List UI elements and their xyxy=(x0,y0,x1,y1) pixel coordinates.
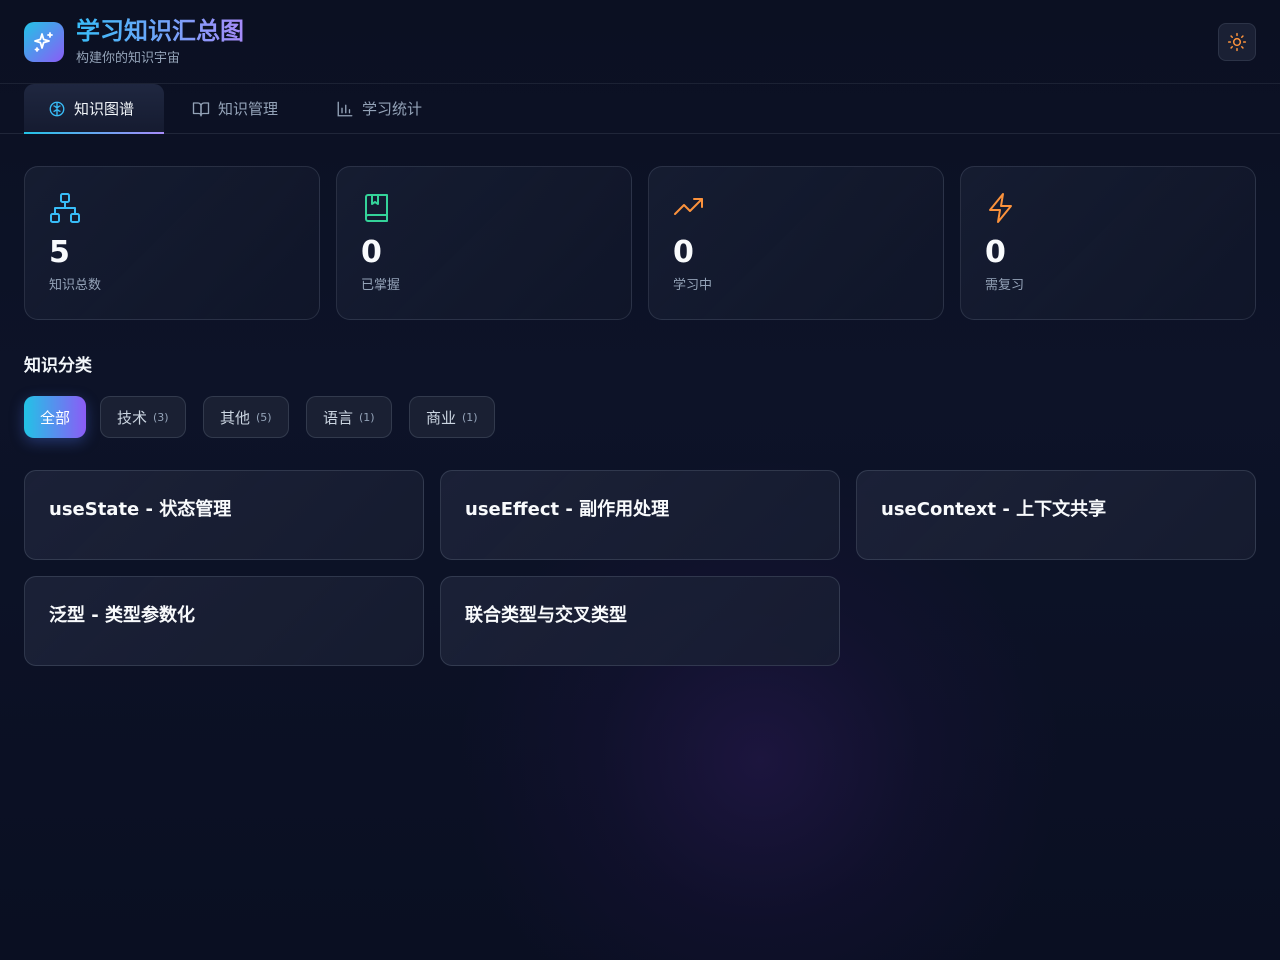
category-chip-business[interactable]: 商业 (1) xyxy=(409,396,495,438)
stat-value: 0 xyxy=(361,235,382,270)
chip-label: 其他 xyxy=(220,408,251,427)
chip-count: (3) xyxy=(153,410,169,424)
book-marked-icon xyxy=(365,194,388,222)
tab-label: 知识图谱 xyxy=(74,100,135,118)
tab-learning-stats[interactable]: 学习统计 xyxy=(312,84,446,133)
stat-value: 5 xyxy=(49,235,70,270)
knowledge-card[interactable]: 泛型 - 类型参数化 xyxy=(24,576,424,666)
app-header: 学习知识汇总图 构建你的知识宇宙 xyxy=(0,0,1280,84)
sun-icon xyxy=(1227,32,1247,52)
category-chip-language[interactable]: 语言 (1) xyxy=(306,396,392,438)
stat-card-learning: 0 学习中 xyxy=(648,166,944,320)
app-title: 学习知识汇总图 xyxy=(76,17,244,45)
knowledge-card-title: useEffect - 副作用处理 xyxy=(465,499,670,520)
stat-label: 需复习 xyxy=(985,278,1025,293)
stat-card-mastered: 0 已掌握 xyxy=(336,166,632,320)
category-chip-other[interactable]: 其他 (5) xyxy=(203,396,289,438)
book-open-icon xyxy=(192,101,210,116)
theme-toggle-button[interactable] xyxy=(1218,23,1256,61)
app-logo xyxy=(24,22,64,62)
chip-label: 商业 xyxy=(426,408,457,427)
knowledge-card[interactable]: useContext - 上下文共享 xyxy=(856,470,1256,560)
app-subtitle: 构建你的知识宇宙 xyxy=(76,51,181,66)
bar-chart-icon xyxy=(337,101,353,116)
knowledge-card-title: useState - 状态管理 xyxy=(49,499,232,520)
stat-label: 已掌握 xyxy=(361,278,401,293)
zap-icon xyxy=(989,193,1012,223)
sparkles-icon xyxy=(34,32,53,52)
stat-card-total: 5 知识总数 xyxy=(24,166,320,320)
network-icon xyxy=(50,193,80,223)
stat-value: 0 xyxy=(985,235,1006,270)
knowledge-card[interactable]: useEffect - 副作用处理 xyxy=(440,470,840,560)
brain-icon xyxy=(49,101,65,116)
trending-up-icon xyxy=(674,198,703,215)
knowledge-card-title: 联合类型与交叉类型 xyxy=(465,605,627,626)
chip-count: (5) xyxy=(256,410,272,424)
knowledge-card[interactable]: useState - 状态管理 xyxy=(24,470,424,560)
stat-card-review: 0 需复习 xyxy=(960,166,1256,320)
chip-label: 语言 xyxy=(323,408,354,427)
tab-knowledge-graph[interactable]: 知识图谱 xyxy=(24,84,164,134)
knowledge-card-title: 泛型 - 类型参数化 xyxy=(49,605,196,626)
stat-value: 0 xyxy=(673,235,694,270)
stat-label: 知识总数 xyxy=(49,278,102,293)
tab-label: 知识管理 xyxy=(218,100,279,118)
chip-count: (1) xyxy=(462,410,478,424)
category-chip-all[interactable]: 全部 xyxy=(24,396,87,438)
tab-knowledge-manage[interactable]: 知识管理 xyxy=(168,84,302,133)
chip-label: 技术 xyxy=(117,408,148,427)
category-section-title: 知识分类 xyxy=(24,356,92,376)
knowledge-card[interactable]: 联合类型与交叉类型 xyxy=(440,576,840,666)
chip-count: (1) xyxy=(359,410,375,424)
stat-label: 学习中 xyxy=(673,278,713,293)
tab-label: 学习统计 xyxy=(362,100,423,118)
main-tabs: 知识图谱 知识管理 学习统计 xyxy=(0,84,1280,134)
category-chip-tech[interactable]: 技术 (3) xyxy=(100,396,186,438)
knowledge-card-title: useContext - 上下文共享 xyxy=(881,499,1107,520)
chip-label: 全部 xyxy=(40,408,71,427)
